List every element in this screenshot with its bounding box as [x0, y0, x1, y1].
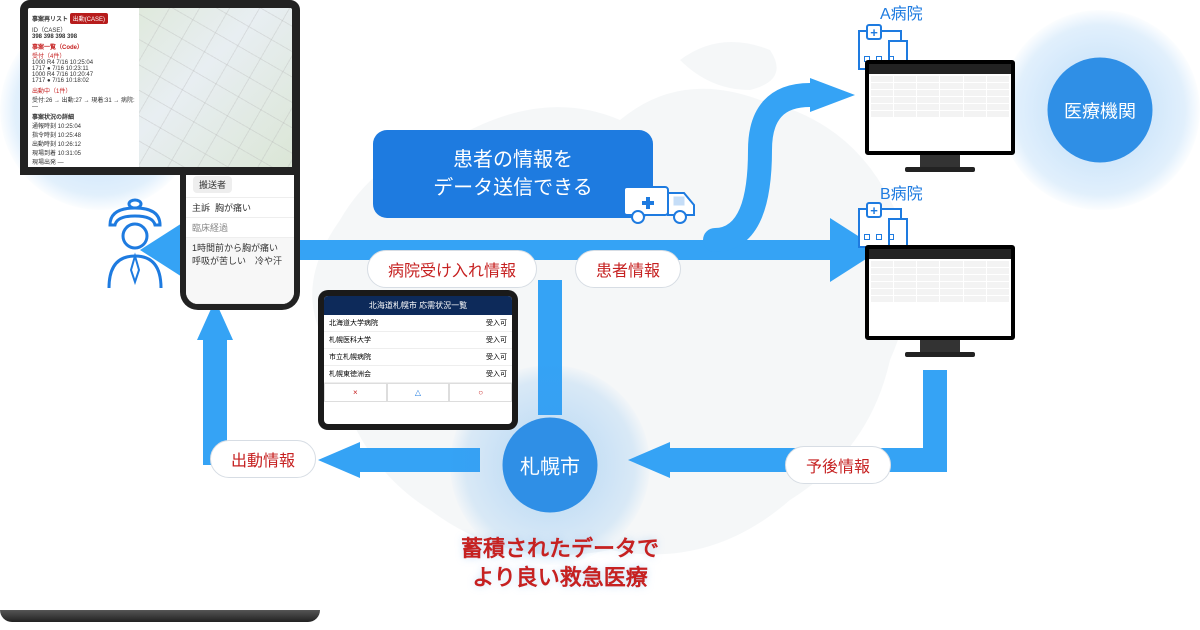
tablet-row3-name: 札幌東徳洲会: [329, 369, 371, 379]
tablet-btn-tri: △: [387, 383, 450, 402]
hospital-b-label: B病院: [880, 180, 923, 204]
tablet-mockup: 北海道札幌市 応需状況一覧 北海道大学病院受入可 札幌医科大学受入可 市立札幌病…: [318, 290, 518, 430]
laptop-detail3: 現場到着 10:31:05: [32, 148, 135, 157]
label-dispatch-info: 出動情報: [210, 440, 316, 478]
callout-line1: 患者の情報を: [453, 149, 573, 171]
laptop-reception-title: 受付（4件）: [32, 51, 135, 60]
node-medical-inst: 医療機関: [1000, 10, 1200, 210]
laptop-detail5: 病院到着 —: [32, 166, 135, 167]
monitor-a: [865, 60, 1015, 175]
laptop-detail2: 出動時刻 10:26:12: [32, 139, 135, 148]
tablet-row0-status: 受入可: [486, 318, 507, 328]
tablet-title: 北海道札幌市 応需状況一覧: [324, 296, 512, 315]
phone-history-label: 臨床経過: [186, 218, 294, 238]
phone-chief-value: 胸が痛い: [215, 203, 251, 213]
phone-history-2: 呼吸が苦しい 冷や汗: [192, 256, 282, 266]
laptop-staged: 受付:26 → 出動:27 → 現着:31 → 病院:—: [32, 95, 135, 110]
laptop-detail-title: 事案状況の詳細: [32, 112, 135, 121]
tablet-row1-status: 受入可: [486, 335, 507, 345]
laptop-stationed-title: 出動中（1件）: [32, 86, 135, 95]
hospital-b-icon: +: [850, 198, 910, 248]
node-city-label: 札幌市: [520, 451, 580, 480]
phone-dept-label: 搬送者: [193, 176, 232, 193]
label-prognosis-info: 予後情報: [785, 446, 891, 484]
laptop-header: 事案再リスト: [32, 17, 68, 23]
callout-data-send: 患者の情報を データ送信できる: [373, 130, 653, 218]
paramedic-icon: [95, 190, 175, 290]
laptop-detail4: 現場出発 —: [32, 157, 135, 166]
laptop-map-icon: [139, 8, 292, 167]
label-patient-info: 患者情報: [575, 250, 681, 288]
hospital-a-label: A病院: [880, 0, 923, 24]
monitor-b: [865, 245, 1015, 360]
tagline-line2: より良い救急医療: [472, 565, 648, 590]
callout-line2: データ送信できる: [433, 177, 593, 199]
laptop-detail1: 指令時刻 10:25:48: [32, 130, 135, 139]
tablet-row1-name: 札幌医科大学: [329, 335, 371, 345]
label-acceptance-info: 病院受け入れ情報: [367, 250, 537, 288]
phone-chief-label: 主訴: [192, 203, 210, 213]
laptop-list-title: 事案一覧（Code）: [32, 42, 135, 51]
tagline: 蓄積されたデータで より良い救急医療: [420, 535, 700, 592]
tagline-line1: 蓄積されたデータで: [461, 536, 659, 561]
laptop-codes: 398 398 398 398: [32, 34, 135, 40]
tablet-row0-name: 北海道大学病院: [329, 318, 378, 328]
node-medical-label: 医療機関: [1064, 97, 1136, 123]
laptop-badge: 出動(CASE): [70, 13, 108, 24]
phone-history-1: 1時間前から胸が痛い: [192, 243, 278, 253]
laptop-detail0: 通報時刻 10:25:04: [32, 121, 135, 130]
tablet-btn-o: ○: [449, 383, 512, 402]
tablet-row2-status: 受入可: [486, 352, 507, 362]
tablet-row3-status: 受入可: [486, 369, 507, 379]
tablet-row2-name: 市立札幌病院: [329, 352, 371, 362]
ambulance-icon: [620, 175, 700, 225]
laptop-item3: 1717 ● 7/16 10:18:02: [32, 78, 135, 84]
tablet-btn-x: ×: [324, 383, 387, 402]
laptop-mockup: 事案再リスト 出動(CASE) ID（CASE） 398 398 398 398…: [0, 0, 320, 200]
